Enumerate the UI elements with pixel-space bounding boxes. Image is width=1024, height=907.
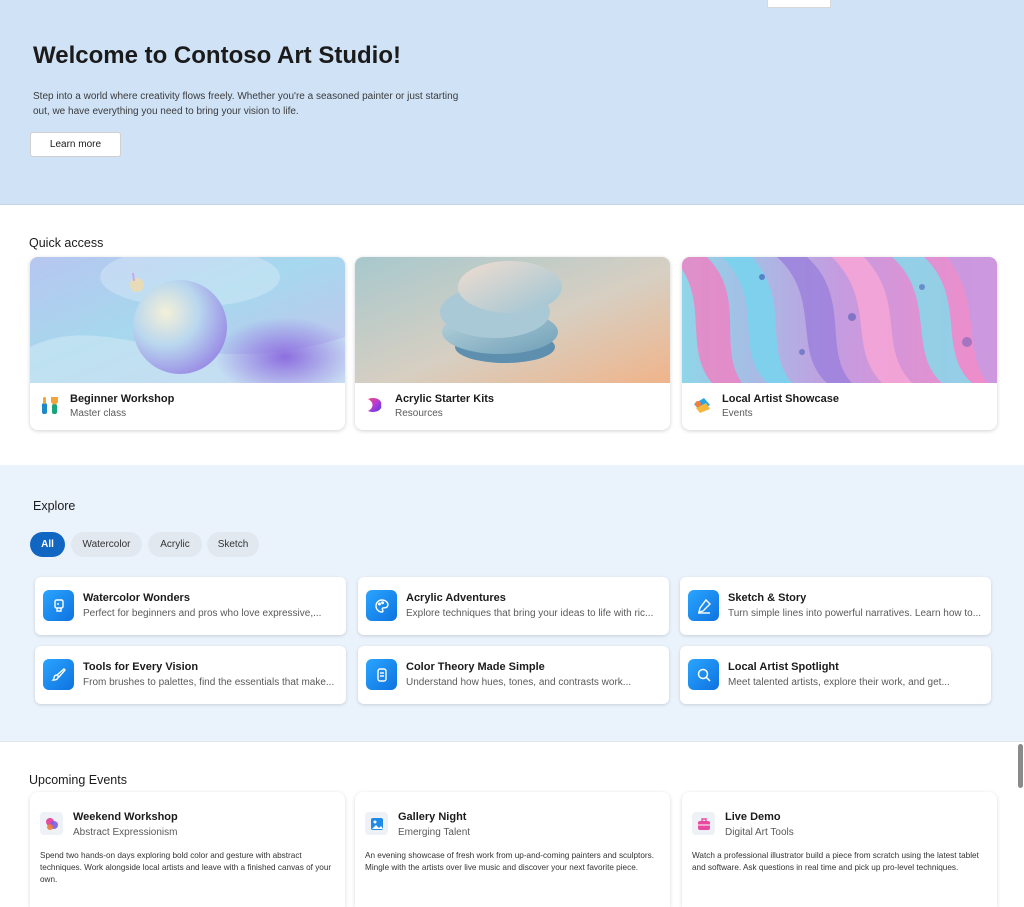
explore-card-title: Color Theory Made Simple (406, 661, 545, 673)
explore-card-watercolor-wonders[interactable]: Watercolor Wonders Perfect for beginners… (35, 577, 346, 635)
explore-card-desc: Meet talented artists, explore their wor… (728, 677, 950, 688)
palette-icon (366, 590, 397, 621)
acrylic-starter-kits-image (355, 257, 670, 383)
quick-access-card-title: Acrylic Starter Kits (395, 393, 495, 405)
color-swatch-icon (366, 659, 397, 690)
quick-access-card-title: Local Artist Showcase (722, 393, 839, 405)
explore-card-title: Acrylic Adventures (406, 592, 506, 604)
explore-card-acrylic-adventures[interactable]: Acrylic Adventures Explore techniques th… (358, 577, 669, 635)
search-icon (688, 659, 719, 690)
chip-watercolor[interactable]: Watercolor (71, 532, 142, 557)
designer-logo-icon (365, 395, 385, 415)
scrollbar-thumb[interactable] (1018, 744, 1023, 788)
hero-description: Step into a world where creativity flows… (33, 91, 459, 117)
explore-card-title: Sketch & Story (728, 592, 807, 604)
chip-acrylic[interactable]: Acrylic (148, 532, 202, 557)
quick-access-card-subtitle: Resources (395, 408, 443, 419)
event-card-desc: An evening showcase of fresh work from u… (365, 851, 654, 872)
local-artist-showcase-image (682, 257, 997, 383)
paint-bucket-icon (43, 590, 74, 621)
explore-card-desc: Perfect for beginners and pros who love … (83, 608, 322, 619)
quick-access-card-beginner-workshop[interactable]: Beginner Workshop Master class (30, 257, 345, 430)
hero-title: Welcome to Contoso Art Studio! (33, 42, 401, 69)
explore-card-color-theory[interactable]: Color Theory Made Simple Understand how … (358, 646, 669, 704)
event-card-desc: Spend two hands-on days exploring bold c… (40, 851, 332, 884)
paint-tools-icon (40, 395, 60, 415)
explore-title: Explore (33, 499, 76, 513)
explore-card-title: Watercolor Wonders (83, 592, 190, 604)
event-card-title: Weekend Workshop (73, 811, 178, 823)
explore-card-desc: From brushes to palettes, find the essen… (83, 677, 335, 688)
quick-access-card-title: Beginner Workshop (70, 393, 175, 405)
explore-card-desc: Explore techniques that bring your ideas… (406, 608, 654, 619)
explore-card-title: Local Artist Spotlight (728, 661, 839, 673)
whiteboard-icon (692, 395, 712, 415)
beginner-workshop-image (30, 257, 345, 383)
chip-all[interactable]: All (30, 532, 65, 557)
hero-top-tab (767, 0, 831, 8)
quick-access-card-acrylic-starter-kits[interactable]: Acrylic Starter Kits Resources (355, 257, 670, 430)
explore-card-title: Tools for Every Vision (83, 661, 199, 673)
toolbox-icon (692, 812, 715, 835)
quick-access-card-local-artist-showcase[interactable]: Local Artist Showcase Events (682, 257, 997, 430)
hero-banner: Welcome to Contoso Art Studio! Step into… (0, 0, 1024, 205)
explore-card-tools-for-every-vision[interactable]: Tools for Every Vision From brushes to p… (35, 646, 346, 704)
upcoming-events-title: Upcoming Events (29, 773, 127, 787)
explore-card-local-artist-spotlight[interactable]: Local Artist Spotlight Meet talented art… (680, 646, 991, 704)
explore-card-sketch-story[interactable]: Sketch & Story Turn simple lines into po… (680, 577, 991, 635)
event-card-subtitle: Digital Art Tools (725, 827, 794, 838)
event-card-subtitle: Abstract Expressionism (73, 827, 178, 838)
event-card-weekend-workshop[interactable]: Weekend Workshop Abstract Expressionism … (30, 792, 345, 907)
event-card-subtitle: Emerging Talent (398, 827, 471, 838)
explore-card-desc: Turn simple lines into powerful narrativ… (728, 608, 982, 619)
chip-sketch[interactable]: Sketch (207, 532, 259, 557)
image-icon (365, 812, 388, 835)
paint-blob-icon (40, 812, 63, 835)
event-card-title: Gallery Night (398, 811, 467, 823)
quick-access-card-subtitle: Master class (70, 408, 127, 419)
event-card-desc: Watch a professional illustrator build a… (692, 851, 979, 872)
explore-card-desc: Understand how hues, tones, and contrast… (406, 677, 632, 688)
brush-icon (43, 659, 74, 690)
learn-more-button[interactable]: Learn more (30, 132, 121, 157)
quick-access-card-subtitle: Events (722, 408, 753, 419)
event-card-gallery-night[interactable]: Gallery Night Emerging Talent An evening… (355, 792, 670, 907)
pen-sign-icon (688, 590, 719, 621)
quick-access-title: Quick access (29, 236, 104, 250)
event-card-live-demo[interactable]: Live Demo Digital Art Tools Watch a prof… (682, 792, 997, 907)
event-card-title: Live Demo (725, 811, 781, 823)
